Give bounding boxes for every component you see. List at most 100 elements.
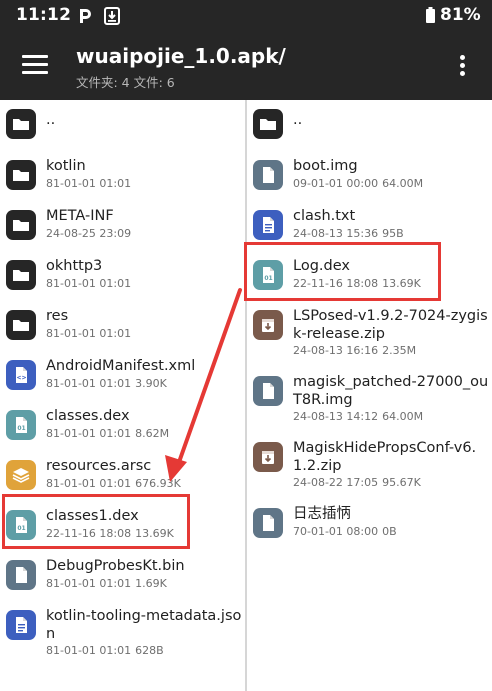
text-file-icon [253,210,283,240]
file-size: 1.69K [135,577,167,590]
right-file-row-boot-img[interactable]: boot.img 09-01-01 00:00 64.00M [247,150,492,200]
folder-file-count: 文件夹: 4 文件: 6 [76,75,175,90]
file-name: classes.dex [46,408,130,424]
file-name: clash.txt [293,208,356,224]
right-file-pane[interactable]: .. boot.img 09-01-01 00:00 64.00M clash.txt 2… [247,100,492,691]
file-meta: 81-01-01 01:01 628B [46,644,164,657]
left-file-row-okhttp3[interactable]: okhttp3 81-01-01 01:01 [0,250,245,300]
file-meta: 24-08-25 23:09 [46,227,131,240]
file-meta: 81-01-01 01:01 1.69K [46,577,167,590]
file-name: res [46,308,69,324]
folder-icon [6,109,36,139]
file-name: resources.arsc [46,458,152,474]
right-file-row-lsposed-v1-9-2-7024-zygisk-release-zip[interactable]: LSPosed-v1.9.2-7024-zygisk-release.zip 24… [247,300,492,366]
svg-text:01: 01 [264,275,272,282]
file-size: 0B [382,525,397,538]
left-file-row-kotlin[interactable]: kotlin 81-01-01 01:01 [0,150,245,200]
file-name: DebugProbesKt.bin [46,558,185,574]
file-date: 81-01-01 01:01 [46,177,132,190]
file-date: 81-01-01 01:01 [46,577,132,590]
file-size: 64.00M [382,410,424,423]
file-meta: 81-01-01 01:01 [46,277,131,290]
folder-icon [6,260,36,290]
generic-file-icon [253,508,283,538]
file-date: 24-08-25 23:09 [46,227,132,240]
svg-text:01: 01 [17,425,25,432]
file-date: 22-11-16 18:08 [46,527,132,540]
p-icon [80,9,91,23]
file-meta: 22-11-16 18:08 13.69K [46,527,174,540]
file-meta: 81-01-01 01:01 676.93K [46,477,181,490]
folder-icon [253,109,283,139]
file-name: 日志插怲 [293,506,351,522]
file-name: boot.img [293,158,358,174]
layers-file-icon [6,460,36,490]
file-size: 676.93K [135,477,181,490]
status-time: 11:12 [16,5,72,25]
file-name: Log.dex [293,258,350,274]
file-name: .. [293,112,303,128]
folder-icon [6,160,36,190]
generic-file-icon [253,160,283,190]
left-file-row-parent[interactable]: .. [0,100,245,150]
file-date: 81-01-01 01:01 [46,377,132,390]
file-size: 95B [382,227,404,240]
file-size: 3.90K [135,377,167,390]
download-icon [104,7,120,25]
right-file-row-item[interactable]: 日志插怲 70-01-01 08:00 0B [247,498,492,548]
generic-file-icon [253,376,283,406]
file-date: 81-01-01 01:01 [46,644,132,657]
file-name: MagiskHidePropsConf-v6.1.2.zip [293,440,477,474]
current-path-title: wuaipojie_1.0.apk/ [76,44,286,68]
more-vert-icon[interactable] [457,55,467,77]
dex-file-icon: 01 [253,260,283,290]
file-meta: 70-01-01 08:00 0B [293,525,397,538]
left-file-row-debugprobeskt-bin[interactable]: DebugProbesKt.bin 81-01-01 01:01 1.69K [0,550,245,600]
dex-file-icon: 01 [6,510,36,540]
battery-percent: 81% [440,5,481,25]
dex-file-icon: 01 [6,410,36,440]
file-name: kotlin-tooling-metadata.json [46,608,242,642]
file-date: 24-08-13 15:36 [293,227,379,240]
file-name: magisk_patched-27000_ouT8R.img [293,374,489,408]
left-file-pane[interactable]: .. kotlin 81-01-01 01:01 META-INF 24-08-25 2… [0,100,245,691]
file-size: 64.00M [382,177,424,190]
file-meta: 81-01-01 01:01 3.90K [46,377,167,390]
generic-file-icon [6,560,36,590]
file-date: 81-01-01 01:01 [46,427,132,440]
status-bar: 11:12 81% [0,0,492,32]
left-file-row-kotlin-tooling-metadata-json[interactable]: kotlin-tooling-metadata.json 81-01-01 01:… [0,600,245,666]
right-file-row-log-dex[interactable]: 01 Log.dex 22-11-16 18:08 13.69K [247,250,492,300]
app-bar: wuaipojie_1.0.apk/ 文件夹: 4 文件: 6 [0,32,492,100]
file-date: 22-11-16 18:08 [293,277,379,290]
file-meta: 22-11-16 18:08 13.69K [293,277,421,290]
file-size: 628B [135,644,164,657]
archive-file-icon [253,310,283,340]
menu-icon[interactable] [22,55,48,75]
file-date: 70-01-01 08:00 [293,525,379,538]
left-file-row-meta-inf[interactable]: META-INF 24-08-25 23:09 [0,200,245,250]
file-meta: 81-01-01 01:01 [46,177,131,190]
file-size: 95.67K [382,476,421,489]
file-meta: 24-08-13 14:12 64.00M [293,410,423,423]
file-name: okhttp3 [46,258,103,274]
file-date: 24-08-13 16:16 [293,344,379,357]
right-file-row-magisk-patched-27000-out8r-img[interactable]: magisk_patched-27000_ouT8R.img 24-08-13 1… [247,366,492,432]
folder-icon [6,310,36,340]
file-meta: 24-08-13 16:16 2.35M [293,344,416,357]
file-meta: 09-01-01 00:00 64.00M [293,177,423,190]
file-name: kotlin [46,158,86,174]
file-size: 13.69K [135,527,174,540]
file-name: AndroidManifest.xml [46,358,196,374]
left-file-row-classes-dex[interactable]: 01 classes.dex 81-01-01 01:01 8.62M [0,400,245,450]
file-name: META-INF [46,208,114,224]
right-file-row-magiskhidepropsconf-v6-1-2-zip[interactable]: MagiskHidePropsConf-v6.1.2.zip 24-08-22 1… [247,432,492,498]
svg-text:01: 01 [17,525,25,532]
left-file-row-androidmanifest-xml[interactable]: <> AndroidManifest.xml 81-01-01 01:01 3.90K [0,350,245,400]
left-file-row-classes1-dex[interactable]: 01 classes1.dex 22-11-16 18:08 13.69K [0,500,245,550]
left-file-row-res[interactable]: res 81-01-01 01:01 [0,300,245,350]
right-file-row-parent[interactable]: .. [247,100,492,150]
file-date: 24-08-13 14:12 [293,410,379,423]
right-file-row-clash-txt[interactable]: clash.txt 24-08-13 15:36 95B [247,200,492,250]
left-file-row-resources-arsc[interactable]: resources.arsc 81-01-01 01:01 676.93K [0,450,245,500]
